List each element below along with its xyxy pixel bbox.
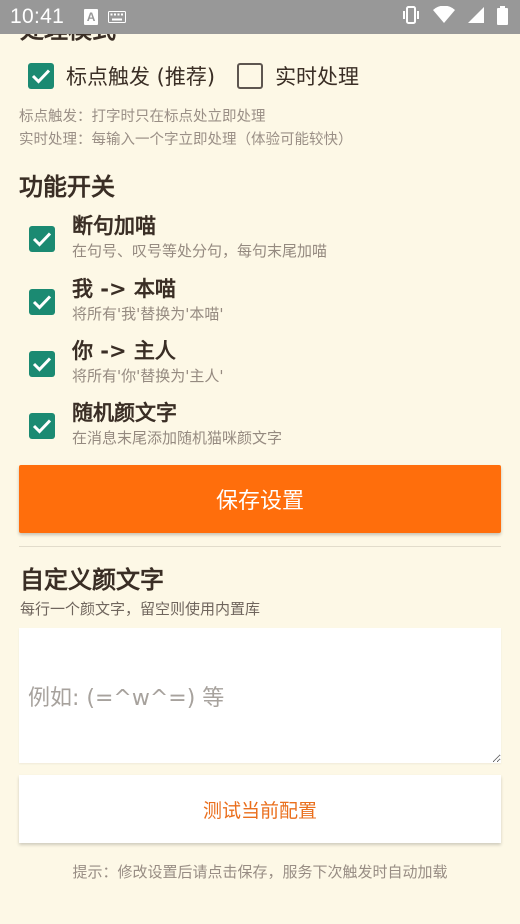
checkbox-checked-icon[interactable] [28, 63, 54, 89]
feature-toggle-ni-zhuren[interactable]: 你 -> 主人 将所有'你'替换为'主人' [29, 337, 224, 386]
feature-desc: 在消息末尾添加随机猫咪颜文字 [72, 429, 283, 447]
divider [19, 546, 501, 547]
feature-title: 随机颜文字 [72, 401, 177, 425]
checkbox-checked-icon[interactable] [29, 226, 55, 252]
feature-desc: 在句号、叹号等处分句，每句末尾加喵 [72, 242, 328, 260]
hint-text: 提示：修改设置后请点击保存，服务下次触发时自动加载 [72, 863, 448, 881]
mode-option-label: 实时处理 [275, 65, 360, 89]
mode-option-label: 标点触发 (推荐) [66, 65, 216, 89]
mode-option-punctuation[interactable]: 标点触发 (推荐) [28, 61, 215, 91]
mode-description: 标点触发：打字时只在标点处立即处理 [19, 109, 266, 125]
signal-icon [467, 6, 485, 28]
feature-title: 断句加喵 [72, 214, 156, 238]
feature-desc: 将所有'你'替换为'主人' [72, 367, 224, 385]
feature-title: 我 -> 本喵 [72, 277, 176, 301]
test-config-button[interactable]: 测试当前配置 [19, 775, 501, 843]
save-settings-button[interactable]: 保存设置 [19, 465, 501, 533]
custom-kaomoji-desc: 每行一个颜文字，留空则使用内置库 [20, 600, 261, 618]
feature-title: 你 -> 主人 [72, 339, 176, 363]
feature-desc: 将所有'我'替换为'本喵' [72, 305, 224, 323]
mode-option-realtime[interactable]: 实时处理 [237, 61, 359, 91]
mode-options: 标点触发 (推荐) 实时处理 [28, 61, 359, 91]
mode-description: 实时处理：每输入一个字立即处理（体验可能较快） [19, 132, 353, 148]
features-title: 功能开关 [19, 173, 115, 201]
custom-kaomoji-input[interactable] [19, 628, 501, 763]
keyboard-icon [108, 8, 127, 27]
feature-toggle-random-kaomoji[interactable]: 随机颜文字 在消息末尾添加随机猫咪颜文字 [29, 399, 282, 448]
vibrate-icon [401, 6, 421, 28]
wifi-icon [433, 5, 455, 28]
checkbox-checked-icon[interactable] [29, 289, 55, 315]
status-time: 10:41 [10, 5, 65, 28]
battery-icon [497, 5, 508, 29]
status-bar: 10:41 A [0, 0, 520, 34]
feature-toggle-sentence-meow[interactable]: 断句加喵 在句号、叹号等处分句，每句末尾加喵 [29, 212, 327, 261]
checkbox-unchecked-icon[interactable] [237, 63, 264, 89]
custom-kaomoji-title: 自定义颜文字 [20, 566, 164, 594]
feature-toggle-wo-benmiao[interactable]: 我 -> 本喵 将所有'我'替换为'本喵' [29, 275, 224, 324]
checkbox-checked-icon[interactable] [29, 413, 55, 439]
checkbox-checked-icon[interactable] [29, 351, 55, 377]
a-notification-icon: A [84, 9, 99, 25]
